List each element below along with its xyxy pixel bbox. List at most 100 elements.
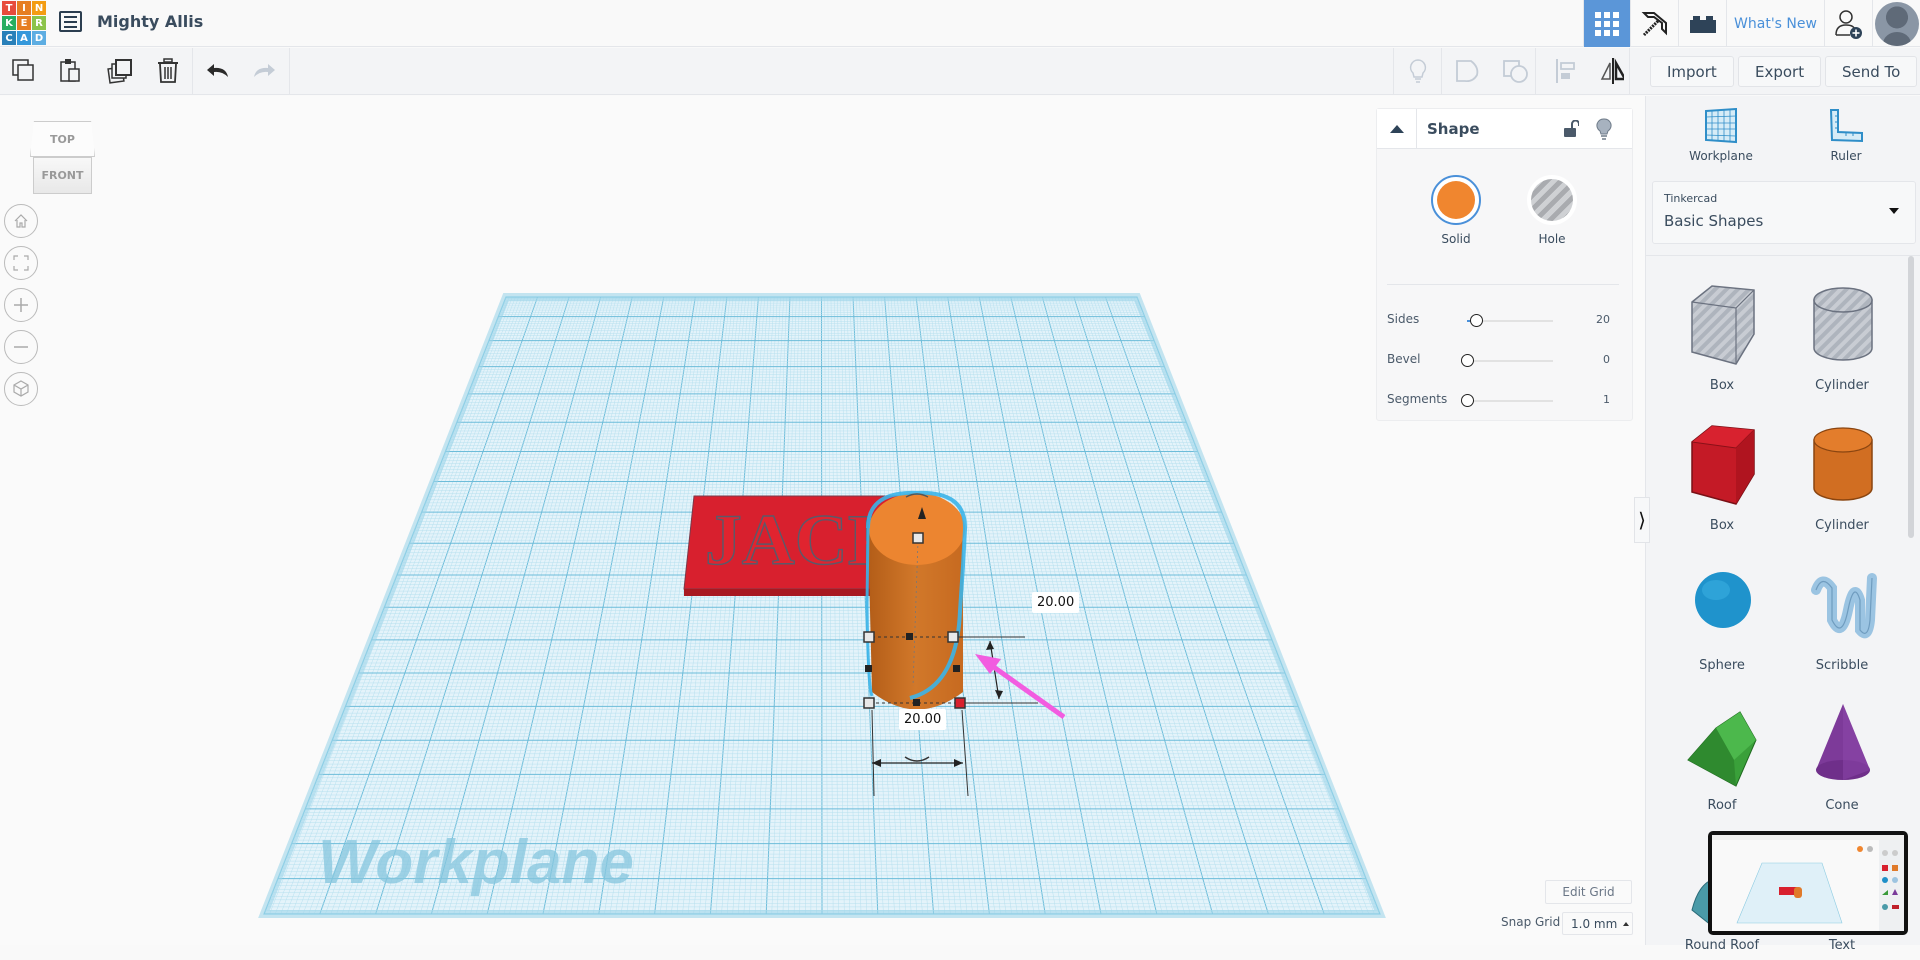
hole-label: Hole xyxy=(1538,232,1566,246)
align-button[interactable] xyxy=(1553,58,1579,84)
project-title[interactable]: Mighty Allis xyxy=(97,12,203,31)
invite-user-button[interactable] xyxy=(1824,0,1872,47)
whats-new-link[interactable]: What's New xyxy=(1726,0,1824,47)
perspective-button[interactable] xyxy=(4,372,38,406)
logo-letter: T xyxy=(2,1,16,15)
delete-button[interactable] xyxy=(155,58,181,84)
zoom-out-button[interactable] xyxy=(4,330,38,364)
height-dimension-label[interactable]: 20.00 xyxy=(1032,592,1080,613)
toggle-sidebar-button[interactable]: ⟩ xyxy=(1634,497,1650,543)
undo-button[interactable] xyxy=(205,58,231,84)
collapse-inspector-button[interactable] xyxy=(1377,109,1417,149)
duplicate-button[interactable] xyxy=(106,58,132,84)
group-icon xyxy=(1456,60,1479,83)
view-cube-top[interactable]: TOP xyxy=(30,121,95,157)
shape-label: Roof xyxy=(1707,798,1737,813)
property-value[interactable]: 0 xyxy=(1603,353,1610,366)
zoom-in-button[interactable] xyxy=(4,288,38,322)
tinkercad-logo[interactable]: TIN KER CAD xyxy=(2,1,46,45)
corner-handle[interactable] xyxy=(863,631,875,643)
fit-view-button[interactable] xyxy=(4,246,38,280)
copy-button[interactable] xyxy=(11,58,37,84)
view-cube[interactable]: TOP FRONT xyxy=(30,121,95,196)
shape-item-hole-cylinder[interactable]: Cylinder xyxy=(1787,270,1897,400)
redo-button[interactable] xyxy=(251,58,277,84)
export-button[interactable]: Export xyxy=(1738,56,1822,87)
top-bar: TINKERCAD Mighty Allis What's New xyxy=(0,0,1920,47)
logo-letter: D xyxy=(32,31,46,45)
workplane[interactable] xyxy=(258,293,1386,918)
snap-grid-select[interactable]: 1.0 mm xyxy=(1562,912,1633,935)
screenshot-thumbnail[interactable] xyxy=(1708,831,1908,935)
hole-box-icon xyxy=(1691,285,1755,365)
mirror-button[interactable] xyxy=(1598,58,1624,84)
ruler-tool-button[interactable]: Ruler xyxy=(1796,108,1896,163)
shape-label: Scribble xyxy=(1815,658,1869,673)
lightbulb-icon[interactable] xyxy=(1596,118,1612,140)
workplane-tool-button[interactable]: Workplane xyxy=(1671,107,1771,163)
slider-knob[interactable] xyxy=(1461,354,1474,367)
height-handle[interactable] xyxy=(912,532,924,544)
shape-item-cone[interactable]: Cone xyxy=(1787,690,1897,820)
home-icon xyxy=(14,214,28,228)
property-value[interactable]: 20 xyxy=(1596,313,1610,326)
ungroup-button[interactable] xyxy=(1503,58,1529,84)
design-list-icon[interactable] xyxy=(59,11,82,32)
shape-item-sphere[interactable]: Sphere xyxy=(1667,550,1777,680)
shape-label: Cone xyxy=(1825,798,1859,813)
undo-icon xyxy=(207,64,228,77)
edge-handle[interactable] xyxy=(953,665,960,672)
property-label: Segments xyxy=(1387,392,1448,406)
lightbulb-icon xyxy=(1409,59,1427,83)
slider-knob[interactable] xyxy=(1461,394,1474,407)
shapes-scrollbar[interactable] xyxy=(1908,256,1914,538)
corner-handle[interactable] xyxy=(863,697,875,709)
edit-grid-button[interactable]: Edit Grid xyxy=(1545,880,1632,904)
import-button[interactable]: Import xyxy=(1650,56,1734,87)
corner-handle[interactable] xyxy=(947,631,959,643)
shape-item-cylinder[interactable]: Cylinder xyxy=(1787,410,1897,540)
workplane-tool-label: Workplane xyxy=(1689,149,1753,163)
hole-swatch[interactable] xyxy=(1527,175,1577,225)
user-avatar-button[interactable] xyxy=(1872,0,1920,47)
send-to-button[interactable]: Send To xyxy=(1825,56,1918,87)
edge-handle[interactable] xyxy=(906,633,913,640)
plus-icon xyxy=(14,298,28,312)
width-dimension-label[interactable]: 20.00 xyxy=(899,709,947,730)
edge-handle[interactable] xyxy=(913,699,920,706)
3d-design-view-button[interactable] xyxy=(1583,0,1630,47)
corner-handle-active[interactable] xyxy=(954,697,966,709)
shape-library-select[interactable]: Tinkercad Basic Shapes xyxy=(1652,181,1916,244)
property-slider[interactable] xyxy=(1461,354,1553,367)
trash-icon xyxy=(158,58,178,83)
ruler-icon xyxy=(1829,109,1863,143)
group-button[interactable] xyxy=(1455,58,1481,84)
minecraft-view-button[interactable] xyxy=(1630,0,1678,47)
thumbnail-preview xyxy=(1712,835,1904,931)
bricks-view-button[interactable] xyxy=(1678,0,1726,47)
selected-cylinder[interactable] xyxy=(865,490,968,710)
home-view-button[interactable] xyxy=(4,204,38,238)
shape-item-box[interactable]: Box xyxy=(1667,410,1777,540)
caret-up-icon xyxy=(1389,125,1404,133)
solid-swatch[interactable] xyxy=(1431,175,1481,225)
shape-label: Box xyxy=(1709,378,1735,393)
unlock-icon[interactable] xyxy=(1563,120,1579,138)
edge-handle[interactable] xyxy=(865,665,872,672)
shape-label: Sphere xyxy=(1699,658,1745,673)
snap-grid-value: 1.0 mm xyxy=(1571,916,1618,931)
logo-letter: A xyxy=(17,31,31,45)
shape-item-roof[interactable]: Roof xyxy=(1667,690,1777,820)
shape-label: Text xyxy=(1828,938,1856,953)
property-slider[interactable] xyxy=(1467,314,1553,327)
view-cube-front[interactable]: FRONT xyxy=(33,157,92,194)
notes-button[interactable] xyxy=(1405,58,1431,84)
paste-button[interactable] xyxy=(58,58,84,84)
snap-grid-label: Snap Grid xyxy=(1501,915,1561,929)
logo-letter: N xyxy=(32,1,46,15)
slider-knob[interactable] xyxy=(1469,314,1483,327)
shape-item-scribble[interactable]: Scribble xyxy=(1787,550,1897,680)
shape-item-hole-box[interactable]: Box xyxy=(1667,270,1777,400)
property-slider[interactable] xyxy=(1461,394,1553,407)
property-value[interactable]: 1 xyxy=(1603,393,1610,406)
